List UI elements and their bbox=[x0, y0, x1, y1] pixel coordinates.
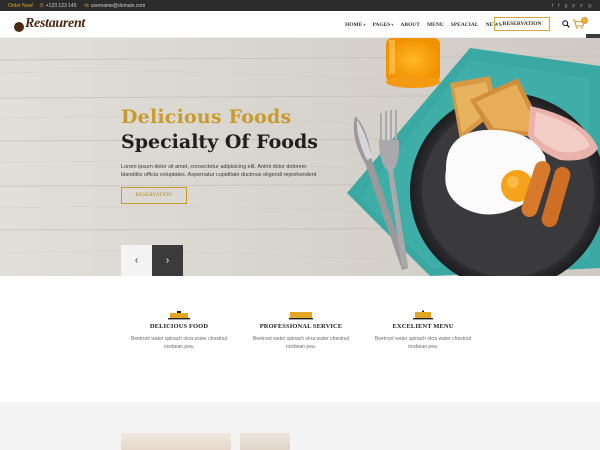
feature-professional-service: PROFESSIONAL SERVICE Beetroot water spin… bbox=[246, 310, 356, 351]
feature-delicious-food: DELICIOUS FOOD Beetroot water spinach ok… bbox=[124, 310, 234, 351]
nav-label-home: HOME bbox=[345, 21, 363, 28]
envelope-icon: ✉ bbox=[84, 2, 89, 9]
email-contact: ✉ username@domain.com bbox=[85, 3, 146, 9]
chevron-right-icon: › bbox=[165, 255, 170, 266]
hero-slider: Delicious Foods Specialty Of Foods Lorem… bbox=[0, 38, 600, 276]
phone-contact: ✆ +123 123 145 bbox=[40, 3, 77, 9]
search-icon[interactable] bbox=[562, 20, 570, 28]
feature-title: DELICIOUS FOOD bbox=[149, 323, 209, 330]
instagram-icon[interactable]: ◎ bbox=[588, 3, 592, 9]
chevron-down-icon: ▾ bbox=[391, 21, 394, 27]
page: Order Now! ✆ +123 123 145 ✉ username@dom… bbox=[0, 0, 600, 450]
section-photo bbox=[240, 433, 290, 450]
nav-item-about[interactable]: ABOUT bbox=[400, 22, 420, 28]
service-tray-icon bbox=[289, 312, 313, 320]
dish-icon bbox=[168, 311, 190, 320]
hero-background-image bbox=[0, 38, 600, 276]
logo-mark bbox=[14, 22, 24, 32]
nav-item-pages[interactable]: PAGES▾ bbox=[372, 22, 393, 28]
phone-icon: ✆ bbox=[39, 2, 44, 9]
feature-title: EXCELIENT MENU bbox=[392, 323, 454, 330]
feature-excelient-menu: EXCELIENT MENU Beetroot water spinach ok… bbox=[368, 310, 478, 351]
chevron-down-icon: ▾ bbox=[363, 21, 366, 27]
slider-prev-button[interactable]: ‹ bbox=[121, 245, 152, 276]
facebook-icon[interactable]: f bbox=[558, 3, 559, 9]
menu-book-icon bbox=[413, 310, 433, 320]
twitter-icon[interactable]: t bbox=[552, 3, 553, 9]
reservation-button[interactable]: RESERVATION bbox=[494, 17, 550, 31]
email-address[interactable]: username@domain.com bbox=[91, 3, 146, 9]
main-header: Restaurent HOME▾ PAGES▾ ABOUT MENU SPEAC… bbox=[0, 11, 600, 38]
pinterest-icon[interactable]: p bbox=[572, 3, 575, 9]
nav-item-home[interactable]: HOME▾ bbox=[345, 22, 365, 28]
next-section bbox=[0, 402, 600, 450]
nav-item-speacial[interactable]: SPEACIAL bbox=[451, 22, 479, 28]
phone-number: +123 123 145 bbox=[45, 2, 77, 9]
logo-text: Restaurent bbox=[25, 16, 86, 31]
main-nav: HOME▾ PAGES▾ ABOUT MENU SPEACIAL NEWS bbox=[345, 11, 502, 38]
slider-next-button[interactable]: › bbox=[152, 245, 183, 276]
hero-description: Lorem ipsum dolor sit amet, consectetur … bbox=[121, 164, 317, 178]
feature-description: Beetroot water spinach okra water chestn… bbox=[252, 336, 350, 350]
section-photo bbox=[121, 433, 231, 450]
cart-count-badge: 0 bbox=[581, 17, 588, 24]
hero-title-line2: Specialty Of Foods bbox=[121, 131, 318, 153]
feature-title: PROFESSIONAL SERVICE bbox=[259, 323, 343, 330]
social-links: t f g p s ◎ bbox=[552, 3, 592, 9]
chevron-left-icon: ‹ bbox=[134, 255, 139, 266]
features-section: DELICIOUS FOOD Beetroot water spinach ok… bbox=[0, 276, 600, 402]
hero-reservation-button[interactable]: RESERVATION bbox=[121, 187, 187, 204]
googleplus-icon[interactable]: g bbox=[565, 3, 568, 9]
hero-title-line1: Delicious Foods bbox=[121, 106, 292, 128]
site-logo[interactable]: Restaurent bbox=[14, 16, 85, 32]
order-now-label[interactable]: Order Now! bbox=[8, 3, 34, 9]
nav-item-menu[interactable]: MENU bbox=[427, 22, 444, 28]
feature-description: Beetroot water spinach okra water chestn… bbox=[130, 336, 228, 350]
top-bar: Order Now! ✆ +123 123 145 ✉ username@dom… bbox=[0, 0, 600, 11]
nav-label-pages: PAGES bbox=[372, 21, 391, 28]
skype-icon[interactable]: s bbox=[580, 3, 583, 9]
feature-description: Beetroot water spinach okra water chestn… bbox=[374, 336, 472, 350]
